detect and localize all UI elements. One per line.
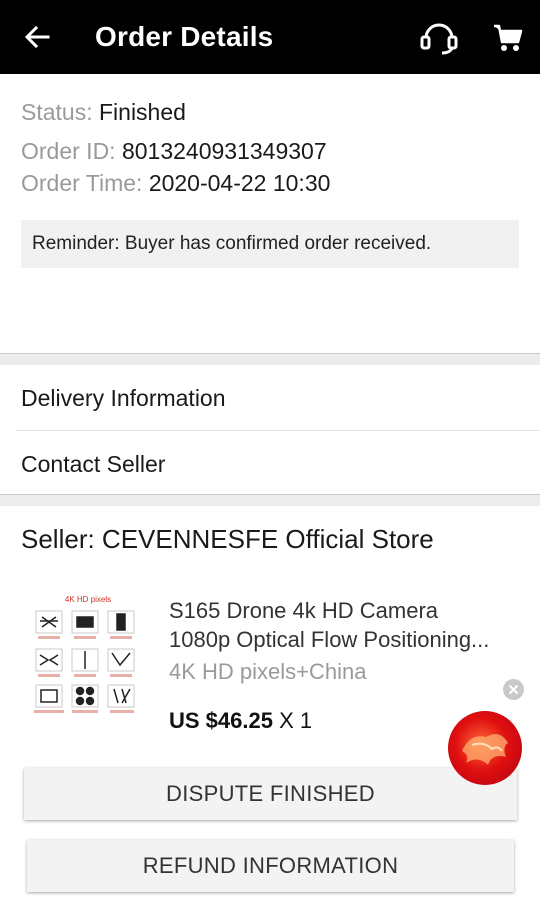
app-header: Order Details [0,0,540,74]
status-value: Finished [99,99,186,125]
order-id-value: 8013240931349307 [121,138,327,164]
close-icon[interactable] [503,679,524,700]
page-title: Order Details [95,21,274,52]
product-price-line: US $46.25 X 1 [169,708,312,734]
delivery-information-row[interactable]: Delivery Information [0,365,540,431]
product-title-line1: S165 Drone 4k HD Camera [169,598,439,623]
contact-seller-row[interactable]: Contact Seller [0,431,540,497]
section-divider [0,353,540,365]
seller-name[interactable]: Seller: CEVENNESFE Official Store [21,524,434,555]
headset-icon[interactable] [418,18,460,56]
product-thumbnail[interactable]: 4K HD pixels [26,591,150,721]
product-quantity: X 1 [279,708,313,733]
floating-promo-bubble[interactable] [448,711,522,785]
order-status: Status: Finished [21,97,186,127]
product-title-line2: 1080p Optical Flow Positioning... [169,627,490,652]
product-variant: 4K HD pixels+China [169,659,367,684]
order-time: Order Time: 2020-04-22 10:30 [21,168,330,198]
dispute-finished-button[interactable]: DISPUTE FINISHED [24,768,517,820]
refund-information-button[interactable]: REFUND INFORMATION [27,840,514,892]
back-arrow-icon[interactable] [22,22,52,52]
product-title[interactable]: S165 Drone 4k HD Camera 1080p Optical Fl… [169,596,514,654]
reminder-banner: Reminder: Buyer has confirmed order rece… [21,220,519,268]
cart-icon[interactable] [492,22,524,54]
section-divider [0,494,540,506]
order-time-label: Order Time: [21,170,143,196]
order-id: Order ID: 8013240931349307 [21,136,327,166]
order-id-label: Order ID: [21,138,116,164]
status-label: Status: [21,99,93,125]
order-time-value: 2020-04-22 10:30 [148,170,331,196]
product-price: US $46.25 [169,708,273,733]
thumb-heading: 4K HD pixels [65,595,111,604]
